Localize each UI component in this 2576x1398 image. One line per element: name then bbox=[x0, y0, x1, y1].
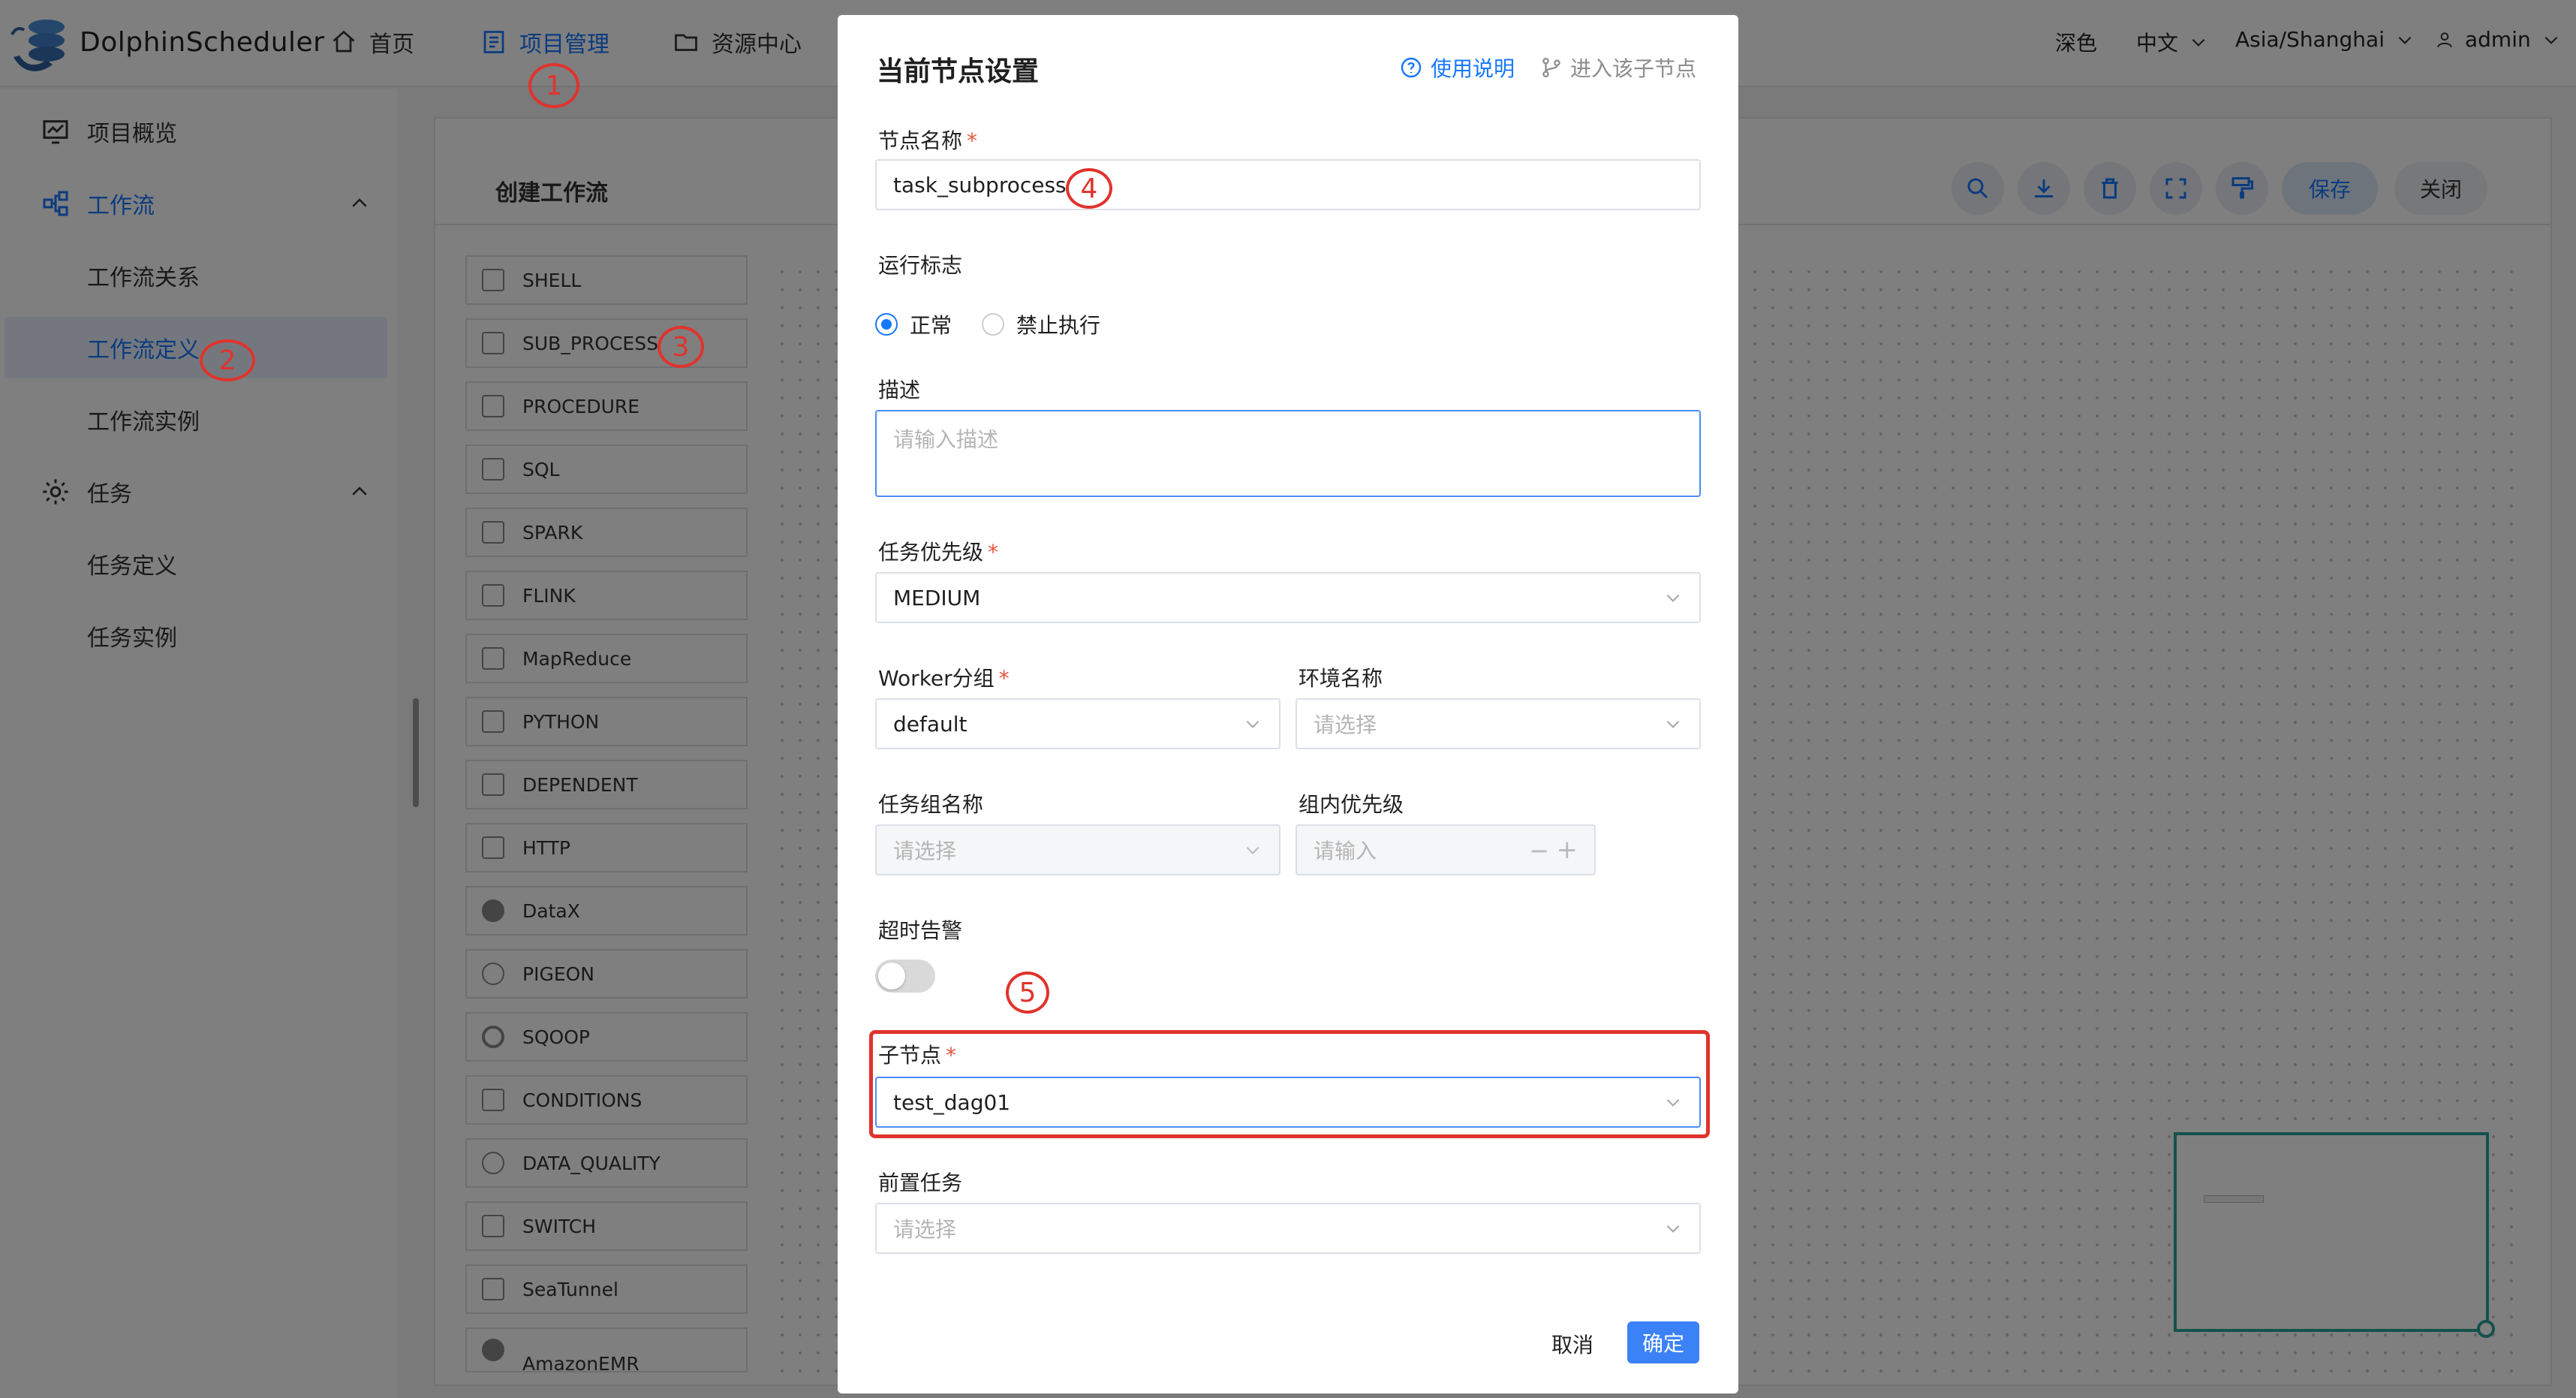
required-mark: * bbox=[946, 1043, 957, 1068]
annotation-marker-5: 5 bbox=[1006, 972, 1049, 1014]
task-group-label: 任务组名称 bbox=[878, 792, 984, 817]
timeout-alarm-label: 超时告警 bbox=[878, 918, 963, 943]
node-name-label-text: 节点名称 bbox=[878, 128, 963, 153]
pre-task-select[interactable]: 请选择 bbox=[875, 1203, 1701, 1254]
chevron-down-icon bbox=[1666, 594, 1680, 602]
group-priority-label: 组内优先级 bbox=[1299, 792, 1404, 817]
environment-label: 环境名称 bbox=[1299, 666, 1383, 691]
enter-child-node-link[interactable]: 进入该子节点 bbox=[1540, 53, 1696, 83]
dialog-title: 当前节点设置 bbox=[877, 56, 1040, 87]
group-priority-placeholder: 请输入 bbox=[1314, 839, 1377, 863]
worker-group-value: default bbox=[893, 711, 968, 737]
description-label: 描述 bbox=[878, 378, 921, 402]
child-node-value: test_dag01 bbox=[893, 1089, 1011, 1115]
confirm-button[interactable]: 确定 bbox=[1627, 1321, 1699, 1363]
cancel-button[interactable]: 取消 bbox=[1540, 1323, 1605, 1365]
node-settings-dialog: 当前节点设置 使用说明 进入该子节点 节点名称 * task_subprocess… bbox=[838, 15, 1738, 1393]
node-name-input[interactable]: task_subprocess bbox=[875, 159, 1701, 210]
pre-task-label: 前置任务 bbox=[878, 1171, 963, 1195]
child-node-label: 子节点 * bbox=[878, 1039, 956, 1069]
radio-unchecked-icon bbox=[982, 313, 1004, 336]
chevron-down-icon bbox=[1666, 1225, 1680, 1233]
node-name-value: task_subprocess bbox=[893, 172, 1067, 197]
annotation-marker-1: 1 bbox=[528, 63, 579, 108]
required-mark: * bbox=[988, 540, 999, 565]
worker-group-select[interactable]: default bbox=[875, 698, 1280, 749]
environment-select[interactable]: 请选择 bbox=[1296, 698, 1701, 749]
run-flag-forbidden-radio[interactable]: 禁止执行 bbox=[982, 309, 1100, 339]
enter-child-node-label: 进入该子节点 bbox=[1570, 56, 1697, 81]
run-flag-normal-radio[interactable]: 正常 bbox=[875, 309, 952, 339]
help-link[interactable]: 使用说明 bbox=[1399, 53, 1515, 83]
help-link-label: 使用说明 bbox=[1431, 56, 1515, 81]
priority-select[interactable]: MEDIUM bbox=[875, 572, 1701, 623]
chevron-down-icon bbox=[1666, 720, 1680, 728]
annotation-marker-3: 3 bbox=[658, 326, 704, 368]
run-flag-label: 运行标志 bbox=[878, 253, 963, 278]
question-circle-icon bbox=[1401, 57, 1422, 78]
description-placeholder: 请输入描述 bbox=[893, 427, 999, 452]
run-flag-forbidden-label: 禁止执行 bbox=[1016, 313, 1101, 338]
priority-label-text: 任务优先级 bbox=[878, 540, 984, 565]
run-flag-normal-label: 正常 bbox=[910, 313, 952, 338]
task-group-select[interactable]: 请选择 bbox=[875, 824, 1280, 875]
chevron-down-icon bbox=[1246, 720, 1259, 728]
child-node-select[interactable]: test_dag01 bbox=[875, 1077, 1701, 1128]
priority-label: 任务优先级 * bbox=[878, 536, 998, 566]
task-group-placeholder: 请选择 bbox=[893, 839, 957, 863]
plus-icon[interactable]: + bbox=[1557, 835, 1578, 865]
chevron-down-icon bbox=[1666, 1098, 1680, 1107]
required-mark: * bbox=[998, 666, 1010, 691]
annotation-marker-2: 2 bbox=[200, 339, 255, 381]
radio-checked-icon bbox=[875, 313, 898, 336]
description-textarea[interactable]: 请输入描述 bbox=[875, 410, 1701, 497]
priority-value: MEDIUM bbox=[893, 585, 981, 610]
worker-group-label: Worker分组 * bbox=[878, 662, 1010, 692]
environment-placeholder: 请选择 bbox=[1314, 713, 1377, 737]
toggle-knob bbox=[878, 963, 905, 990]
branch-icon bbox=[1542, 58, 1560, 77]
required-mark: * bbox=[967, 128, 978, 153]
minus-icon[interactable]: − bbox=[1529, 836, 1549, 865]
worker-group-label-text: Worker分组 bbox=[878, 666, 995, 691]
group-priority-input[interactable]: 请输入 − + bbox=[1296, 824, 1596, 875]
annotation-marker-4: 4 bbox=[1066, 168, 1112, 209]
child-node-label-text: 子节点 bbox=[878, 1043, 942, 1068]
node-name-label: 节点名称 * bbox=[878, 125, 977, 155]
pre-task-placeholder: 请选择 bbox=[893, 1217, 957, 1242]
chevron-down-icon bbox=[1246, 846, 1259, 854]
timeout-alarm-toggle[interactable] bbox=[875, 960, 935, 993]
